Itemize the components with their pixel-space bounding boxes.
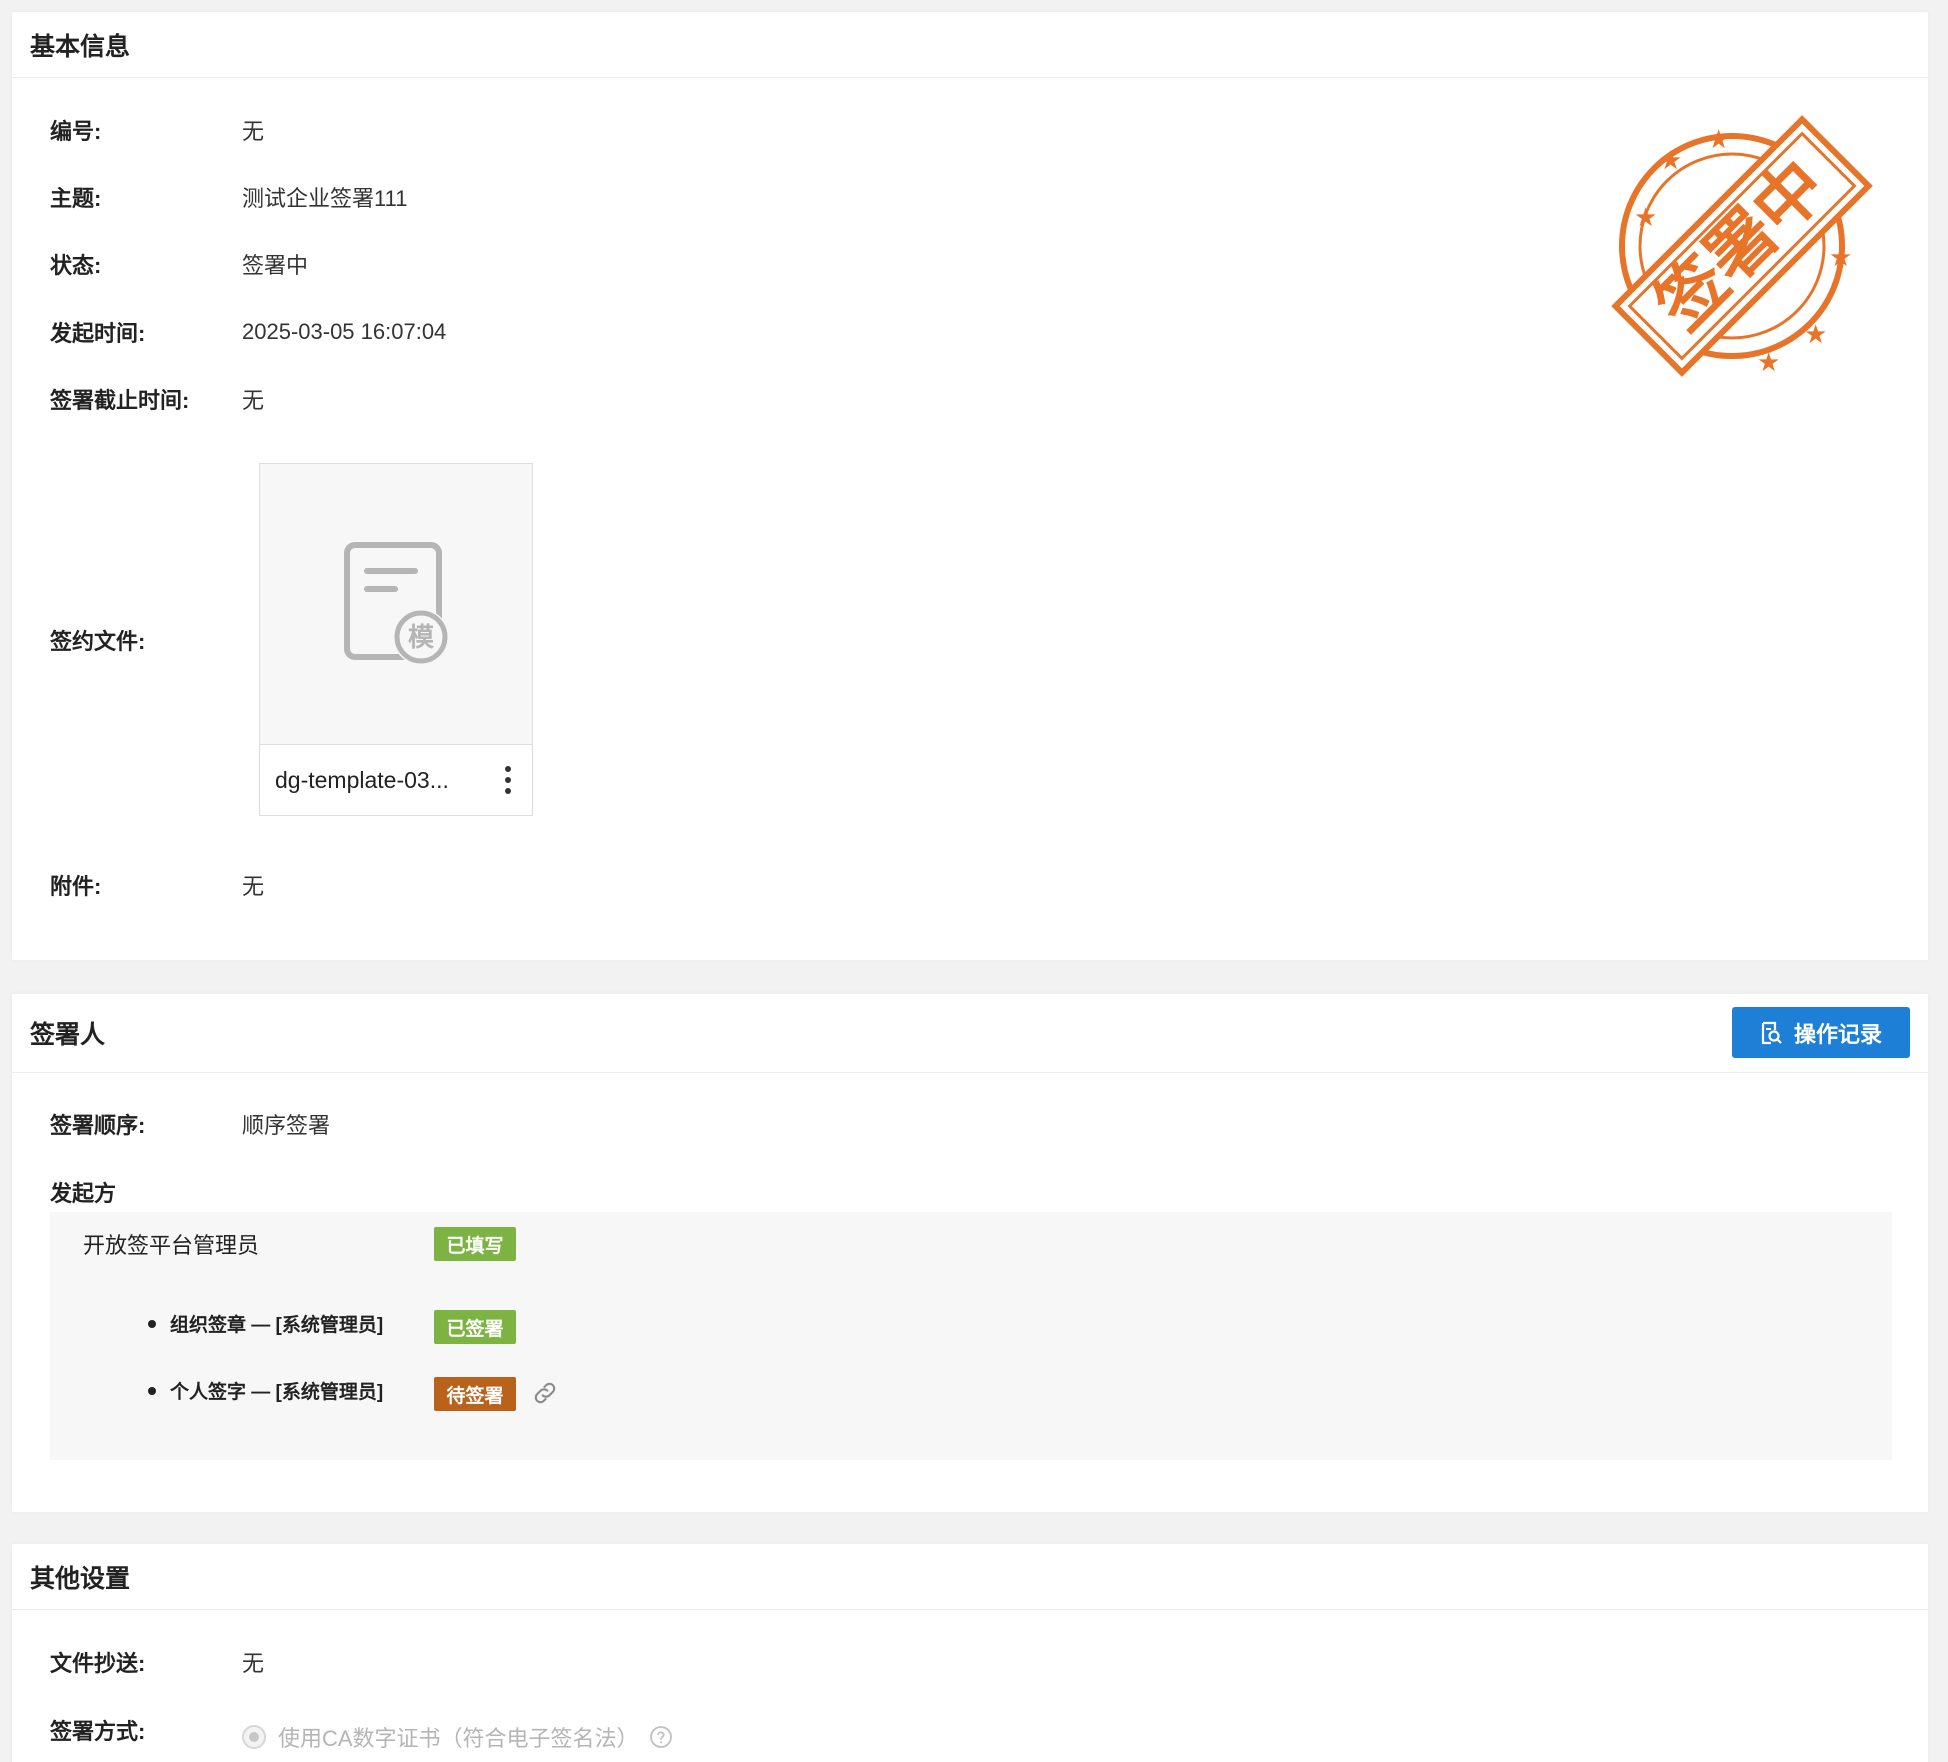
bullet-dot bbox=[148, 1386, 156, 1395]
basic-info-card: 基本信息 编号: 无 主题: 测试企业签署111 状态: 签署中 发起时间: 2… bbox=[12, 12, 1928, 960]
field-label: 签约文件: bbox=[50, 629, 146, 654]
template-badge-char: 模 bbox=[408, 623, 435, 653]
file-preview[interactable]: 模 bbox=[260, 464, 532, 745]
svg-text:★: ★ bbox=[1659, 146, 1682, 176]
field-value: 无 bbox=[242, 1651, 265, 1676]
signers-card: 签署人 操作记录 签署顺序: 顺序签署 发起方 开放签平台管理员 已填写 组织签… bbox=[12, 994, 1928, 1512]
field-label: 文件抄送: bbox=[50, 1651, 146, 1676]
field-deadline: 签署截止时间: 无 bbox=[50, 383, 264, 415]
field-label: 签署截止时间: bbox=[50, 388, 190, 413]
initiator-name: 开放签平台管理员 bbox=[83, 1233, 260, 1258]
file-name[interactable]: dg-template-03... bbox=[275, 767, 449, 794]
operation-log-button[interactable]: 操作记录 bbox=[1732, 1007, 1910, 1058]
signers-title: 签署人 bbox=[12, 994, 1928, 1073]
field-number: 编号: 无 bbox=[50, 114, 264, 146]
field-value: 签署中 bbox=[242, 253, 309, 278]
other-settings-title: 其他设置 bbox=[12, 1544, 1928, 1610]
field-value: 无 bbox=[242, 388, 265, 413]
field-sign-order: 签署顺序: 顺序签署 bbox=[50, 1108, 330, 1140]
field-value: 测试企业签署111 bbox=[242, 186, 408, 211]
svg-text:★: ★ bbox=[1829, 243, 1852, 273]
document-search-icon bbox=[1761, 1021, 1782, 1044]
field-sign-method: 签署方式: bbox=[50, 1714, 242, 1746]
field-label: 发起时间: bbox=[50, 321, 146, 346]
field-contract-file: 签约文件: bbox=[50, 624, 242, 656]
file-footer: dg-template-03... bbox=[260, 745, 532, 815]
field-label: 发起方 bbox=[50, 1181, 117, 1206]
field-label: 签署顺序: bbox=[50, 1113, 146, 1138]
field-attachment: 附件: 无 bbox=[50, 869, 264, 901]
help-icon[interactable] bbox=[649, 1725, 673, 1749]
template-document-icon: 模 bbox=[344, 542, 449, 665]
svg-text:★: ★ bbox=[1804, 320, 1827, 350]
field-label: 主题: bbox=[50, 186, 102, 211]
initiator-heading: 发起方 bbox=[50, 1176, 242, 1208]
file-card[interactable]: 模 dg-template-03... bbox=[259, 463, 533, 816]
ca-certificate-radio[interactable] bbox=[242, 1725, 266, 1749]
more-options-icon[interactable] bbox=[498, 766, 518, 794]
svg-text:★: ★ bbox=[1634, 203, 1657, 233]
status-badge: 已签署 bbox=[434, 1310, 516, 1344]
sign-method-text: 使用CA数字证书（符合电子签名法） bbox=[278, 1726, 639, 1751]
field-value: 顺序签署 bbox=[242, 1113, 331, 1138]
field-value: 无 bbox=[242, 119, 265, 144]
field-value: 无 bbox=[242, 874, 265, 899]
status-badge: 待签署 bbox=[434, 1377, 516, 1411]
sign-method-option[interactable]: 使用CA数字证书（符合电子签名法） bbox=[242, 1721, 673, 1753]
field-label: 附件: bbox=[50, 874, 102, 899]
other-settings-card: 其他设置 文件抄送: 无 签署方式: 使用CA数字证书（符合电子签名法） bbox=[12, 1544, 1928, 1762]
basic-info-title: 基本信息 bbox=[12, 12, 1928, 78]
status-badge: 已填写 bbox=[434, 1227, 516, 1261]
signing-status-stamp: ★ ★ ★ ★ ★ ★ 签署中 bbox=[1611, 115, 1873, 378]
bullet-dot bbox=[148, 1319, 156, 1328]
field-cc: 文件抄送: 无 bbox=[50, 1646, 264, 1678]
initiator-box: 开放签平台管理员 已填写 组织签章 — [系统管理员] 已签署 个人签字 — [… bbox=[50, 1212, 1892, 1460]
field-label: 状态: bbox=[50, 253, 102, 278]
svg-text:★: ★ bbox=[1707, 125, 1730, 155]
field-label: 编号: bbox=[50, 119, 102, 144]
link-icon[interactable] bbox=[531, 1379, 559, 1407]
field-start-time: 发起时间: 2025-03-05 16:07:04 bbox=[50, 316, 446, 348]
svg-text:★: ★ bbox=[1757, 348, 1780, 378]
sign-step-item: 组织签章 — [系统管理员] bbox=[148, 1310, 383, 1337]
sign-step-text: 个人签字 — [系统管理员] bbox=[170, 1382, 384, 1403]
field-value: 2025-03-05 16:07:04 bbox=[242, 319, 447, 344]
field-label: 签署方式: bbox=[50, 1719, 146, 1744]
field-subject: 主题: 测试企业签署111 bbox=[50, 181, 407, 213]
sign-step-text: 组织签章 — [系统管理员] bbox=[170, 1315, 384, 1336]
sign-step-item: 个人签字 — [系统管理员] bbox=[148, 1377, 383, 1404]
operation-log-label: 操作记录 bbox=[1793, 1021, 1882, 1047]
field-status: 状态: 签署中 bbox=[50, 248, 308, 280]
